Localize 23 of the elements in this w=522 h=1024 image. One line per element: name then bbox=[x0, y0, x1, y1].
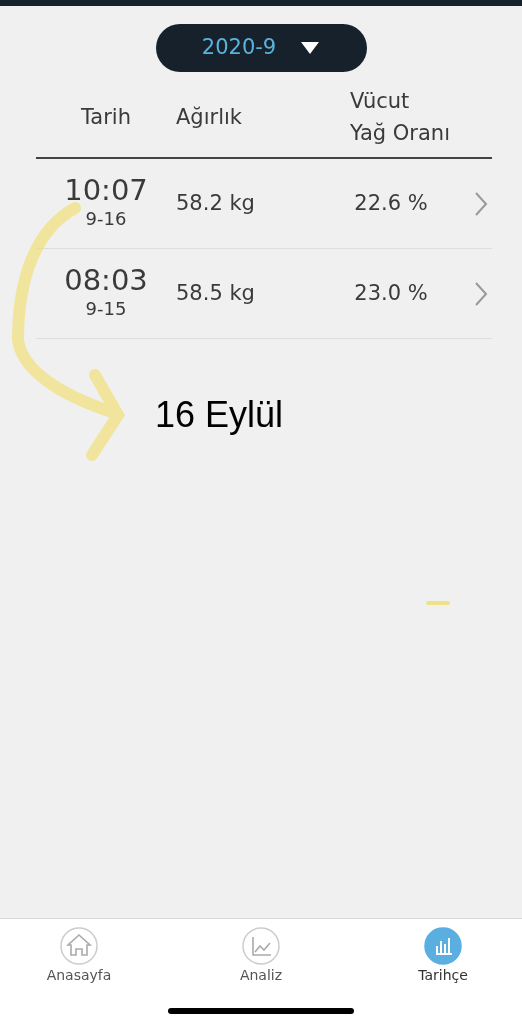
highlighter-mark bbox=[426, 601, 450, 605]
month-picker[interactable]: 2020-9 bbox=[155, 24, 367, 72]
line-chart-icon bbox=[242, 927, 280, 965]
body-fat-value: 23.0 % bbox=[354, 280, 428, 305]
bar-chart-icon bbox=[424, 927, 462, 965]
home-icon bbox=[60, 927, 98, 965]
column-header: Tarih bbox=[81, 104, 131, 129]
weight-value: 58.2 kg bbox=[176, 190, 255, 215]
column-header: Vücut Yağ Oranı bbox=[350, 89, 450, 145]
dropdown-icon bbox=[300, 41, 321, 55]
tab-item[interactable]: Anasayfa bbox=[24, 927, 134, 1024]
time-text: 10:07 bbox=[64, 174, 148, 206]
date-text: 9-15 bbox=[85, 297, 127, 322]
chevron-right-icon[interactable] bbox=[474, 280, 488, 307]
body-fat-value: 22.6 % bbox=[354, 190, 428, 215]
weight-value: 58.5 kg bbox=[176, 280, 255, 305]
annotation-text: 16 Eylül bbox=[155, 393, 284, 437]
tab-item[interactable]: Analiz bbox=[206, 927, 316, 1024]
tab-item[interactable]: Tarihçe bbox=[388, 927, 498, 1024]
time-text: 08:03 bbox=[64, 264, 148, 296]
date-text: 9-16 bbox=[85, 207, 127, 232]
column-header: Ağırlık bbox=[176, 104, 242, 129]
chevron-right-icon[interactable] bbox=[474, 190, 488, 217]
